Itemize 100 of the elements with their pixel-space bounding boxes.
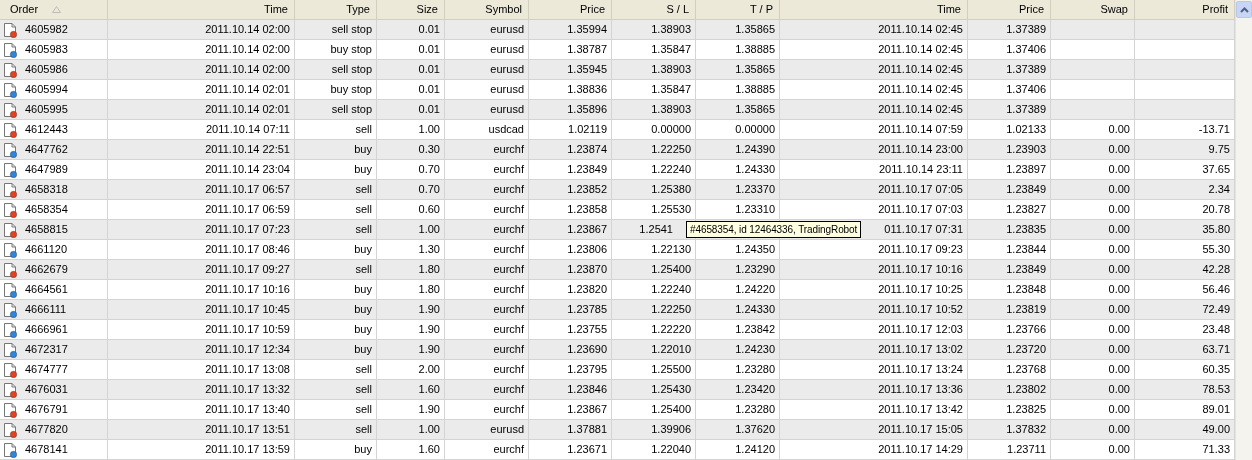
column-header[interactable]: S / L [612,0,696,19]
column-header[interactable]: Time [780,0,968,19]
table-cell: 2011.10.17 12:34 [205,343,290,355]
column-header[interactable]: Symbol [445,0,529,19]
table-cell: 1.23280 [735,403,775,415]
table-cell: sell stop [331,23,372,35]
table-cell: eurusd [490,103,524,115]
table-cell: 0.00000 [735,123,775,135]
table-cell: eurchf [493,363,524,375]
order-number: 4678141 [25,442,68,457]
table-cell: 1.38903 [651,63,691,75]
table-cell: 1.35847 [651,43,691,55]
table-cell: 0.00 [1108,383,1130,395]
column-header[interactable]: T / P [696,0,780,19]
table-cell: 2011.10.17 13:59 [205,443,290,455]
table-cell: 1.24390 [735,143,775,155]
table-cell: 2011.10.17 06:57 [205,183,290,195]
table-cell: 2011.10.17 06:59 [205,203,290,215]
table-cell: 1.25380 [651,183,691,195]
table-cell: 2011.10.14 23:00 [878,143,963,155]
table-cell: 1.23848 [1006,283,1046,295]
table-cell: 1.23370 [735,183,775,195]
table-cell: 1.35896 [567,103,607,115]
table-cell: buy stop [330,43,372,55]
scrollbar[interactable] [1235,0,1252,460]
table-cell: 2011.10.17 07:03 [878,203,963,215]
table-cell: 1.23844 [1006,243,1046,255]
tooltip: #4658354, id 12464336, TradingRobot [686,221,862,238]
table-cell: 0.30 [418,143,440,155]
table-cell: buy [354,283,372,295]
table-cell: 1.23897 [1006,163,1046,175]
table-cell: 1.23849 [567,163,607,175]
column-header[interactable]: Type [295,0,377,19]
table-cell: 2.34 [1208,183,1230,195]
table-cell: 1.02119 [568,123,607,135]
table-cell: 78.53 [1202,383,1230,395]
table-cell: 2011.10.14 02:45 [878,103,963,115]
table-cell: 1.02133 [1006,123,1046,135]
order-number: 4676031 [25,382,68,397]
table-cell: eurchf [493,203,524,215]
table-cell: eurchf [493,163,524,175]
table-cell: 1.25400 [651,263,691,275]
table-cell: 0.70 [418,183,440,195]
table-cell: 2.00 [418,363,440,375]
table-cell: 0.70 [418,163,440,175]
table-cell: 1.23867 [567,403,607,415]
order-number: 4658318 [25,182,68,197]
table-cell: 1.23795 [567,363,607,375]
table-cell: 1.35847 [651,83,691,95]
column-header[interactable]: Price [968,0,1051,19]
table-cell: 1.37389 [1006,23,1046,35]
table-cell: eurchf [493,243,524,255]
table-cell: 1.24230 [735,343,775,355]
table-cell: 1.37881 [567,423,607,435]
table-cell: 63.71 [1202,343,1230,355]
table-cell: 1.23849 [1006,183,1046,195]
table-cell: 2011.10.14 02:01 [205,83,290,95]
column-header[interactable]: Swap [1051,0,1135,19]
table-cell: eurusd [490,43,524,55]
table-cell: 1.38903 [651,23,691,35]
column-header[interactable]: Price [529,0,612,19]
table-cell: 1.90 [418,343,440,355]
order-number: 4664561 [25,282,68,297]
table-cell: 1.60 [418,443,440,455]
table-cell: sell stop [331,63,372,75]
table-cell: buy [354,443,372,455]
table-cell: 0.00 [1108,363,1130,375]
table-cell: 55.30 [1202,243,1230,255]
table-cell: 1.90 [418,303,440,315]
column-header[interactable]: Size [377,0,445,19]
table-cell: 71.33 [1202,443,1230,455]
table-cell: 0.01 [418,23,440,35]
table-cell: 2011.10.17 14:29 [878,443,963,455]
table-cell: 0.00 [1108,183,1130,195]
table-cell: 0.60 [418,203,440,215]
table-cell: 0.01 [418,83,440,95]
table-cell: sell [355,203,372,215]
table-cell: 1.23671 [567,443,607,455]
table-cell: 1.23420 [735,383,775,395]
table-cell: 1.38885 [735,83,775,95]
table-cell: 0.00 [1108,443,1130,455]
column-header[interactable]: Order [0,0,108,19]
table-cell: 0.00 [1108,263,1130,275]
column-header[interactable]: Time [108,0,295,19]
table-cell: 1.37406 [1006,43,1046,55]
table-cell: eurchf [493,323,524,335]
table-cell: 011.10.17 07:31 [884,223,963,235]
table-cell: 2011.10.17 13:08 [205,363,290,375]
order-number: 4662679 [25,262,68,277]
table-cell: 1.23290 [735,263,775,275]
table-cell: 2011.10.17 12:03 [878,323,963,335]
table-cell: eurusd [490,63,524,75]
scroll-up-button[interactable] [1236,1,1252,18]
table-cell: 1.35865 [735,23,775,35]
table-cell: eurchf [493,403,524,415]
table-cell: 23.48 [1202,323,1230,335]
order-number: 4661120 [25,242,67,257]
table-cell: usdcad [488,123,524,135]
table-cell: 1.00 [418,223,440,235]
table-cell: eurusd [490,423,524,435]
